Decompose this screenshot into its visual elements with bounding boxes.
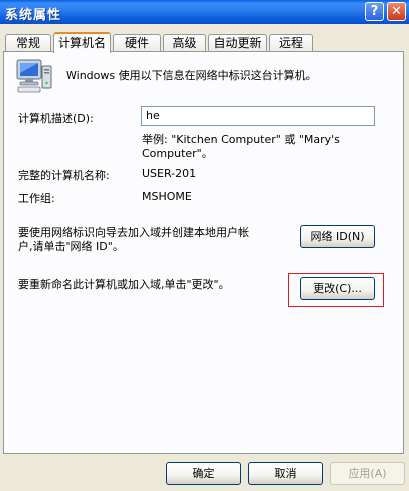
window-title: 系统属性 bbox=[5, 8, 62, 23]
example-text-line2: Computer"。 bbox=[142, 147, 213, 160]
network-id-text-line2: 户,请单击"网络 ID"。 bbox=[18, 240, 124, 253]
change-button[interactable]: 更改(C)... bbox=[300, 277, 375, 300]
tab-advanced[interactable]: 高级 bbox=[163, 34, 206, 51]
tab-automatic-updates[interactable]: 自动更新 bbox=[208, 34, 267, 51]
tab-general[interactable]: 常规 bbox=[5, 34, 51, 51]
rename-text: 要重新命名此计算机或加入域,单击"更改"。 bbox=[18, 278, 230, 291]
full-name-value: USER-201 bbox=[142, 167, 197, 180]
cancel-button[interactable]: 取消 bbox=[248, 462, 323, 485]
tab-computer-name[interactable]: 计算机名 bbox=[53, 32, 111, 53]
workgroup-value: MSHOME bbox=[142, 190, 192, 203]
tab-hardware[interactable]: 硬件 bbox=[113, 34, 161, 51]
computer-icon bbox=[16, 59, 52, 93]
close-icon[interactable]: ✕ bbox=[387, 2, 406, 21]
intro-text: Windows 使用以下信息在网络中标识这台计算机。 bbox=[66, 69, 317, 82]
tab-strip: 常规 计算机名 硬件 高级 自动更新 远程 bbox=[0, 32, 409, 53]
title-bar: 系统属性 ? ✕ bbox=[0, 0, 409, 24]
tab-remote[interactable]: 远程 bbox=[269, 34, 313, 51]
help-icon[interactable]: ? bbox=[365, 2, 384, 21]
network-id-button[interactable]: 网络 ID(N) bbox=[300, 225, 375, 248]
workgroup-label: 工作组: bbox=[18, 192, 55, 205]
apply-button: 应用(A) bbox=[330, 462, 405, 485]
computer-description-input[interactable]: he bbox=[141, 106, 375, 126]
description-label: 计算机描述(D): bbox=[18, 112, 94, 125]
full-name-label: 完整的计算机名称: bbox=[18, 169, 110, 182]
ok-button[interactable]: 确定 bbox=[166, 462, 241, 485]
